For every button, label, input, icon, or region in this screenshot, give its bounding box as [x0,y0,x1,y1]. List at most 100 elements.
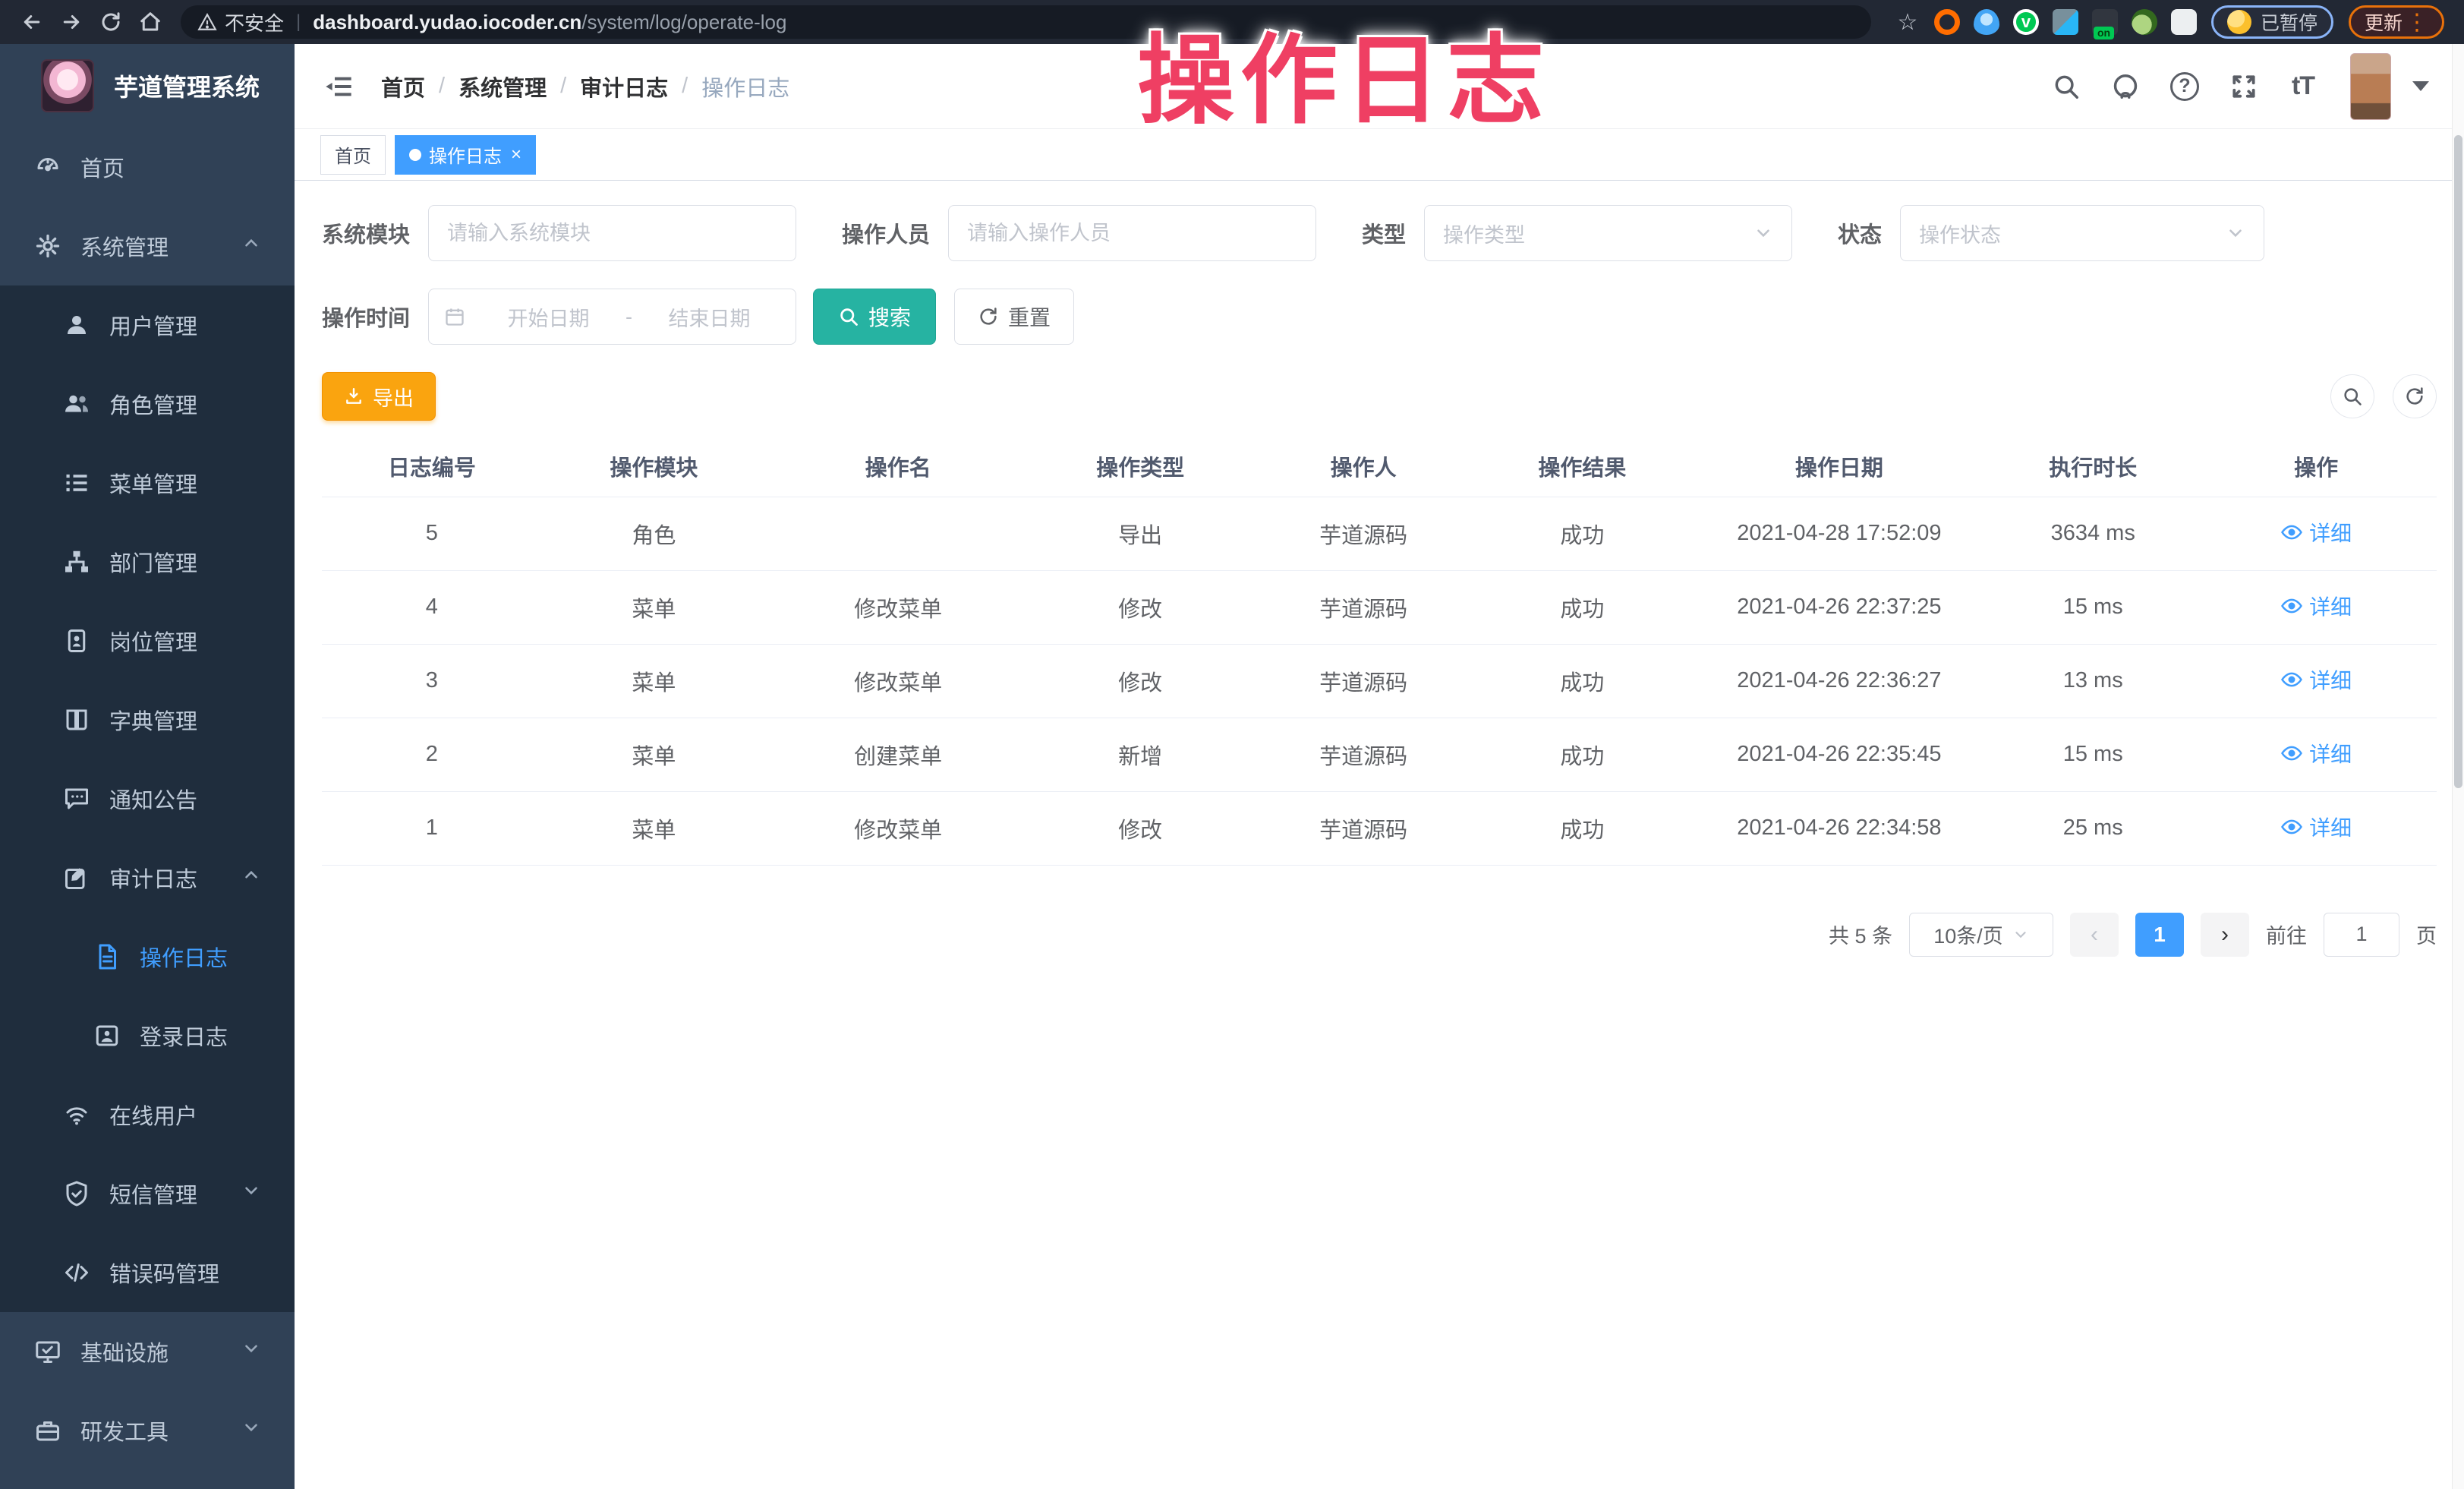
extension-icon-sprout[interactable] [2132,9,2157,35]
sidebar-item-error-codes[interactable]: 错误码管理 [0,1233,295,1312]
browser-reload-button[interactable] [94,5,128,39]
extension-icon-green[interactable]: v [2013,9,2039,35]
sidebar-item-label: 登录日志 [140,1020,228,1052]
tag-home[interactable]: 首页 [320,135,386,175]
sidebar-item-departments[interactable]: 部门管理 [0,522,295,601]
refresh-table-button[interactable] [2393,374,2437,418]
chevron-down-icon [241,1181,261,1207]
operator-input[interactable] [948,205,1316,261]
chevron-down-icon [241,1339,261,1364]
cell-operator: 芋道源码 [1250,497,1476,570]
sidebar-item-sms[interactable]: 短信管理 [0,1154,295,1233]
extension-icon-orange[interactable] [1934,9,1960,35]
col-type: 操作类型 [1030,436,1250,497]
module-input[interactable] [428,205,796,261]
sidebar-item-audit-log[interactable]: 审计日志 [0,838,295,917]
sidebar-item-posts[interactable]: 岗位管理 [0,601,295,680]
sidebar-item-infrastructure[interactable]: 基础设施 [0,1312,295,1391]
start-date-placeholder: 开始日期 [477,302,619,332]
warning-icon [197,12,217,32]
col-result: 操作结果 [1476,436,1688,497]
sidebar-item-menus[interactable]: 菜单管理 [0,443,295,522]
cell-result: 成功 [1476,644,1688,718]
detail-link[interactable]: 详细 [2280,591,2352,621]
search-icon[interactable] [2050,70,2083,103]
sidebar-item-system[interactable]: 系统管理 [0,207,295,285]
filter-time: 操作时间 开始日期 - 结束日期 [322,289,796,345]
shield-icon [61,1178,93,1210]
filter-row-2: 操作时间 开始日期 - 结束日期 搜索 重置 [322,289,2437,345]
close-icon[interactable]: × [511,146,521,164]
font-size-icon[interactable]: tT [2286,70,2320,103]
app-logo-avatar [41,59,94,112]
status-select[interactable]: 操作状态 [1900,205,2264,261]
sidebar-item-online-users[interactable]: 在线用户 [0,1075,295,1154]
filter-status: 状态 操作状态 [1838,205,2264,261]
show-search-button[interactable] [2330,374,2374,418]
browser-forward-button[interactable] [55,5,88,39]
sidebar-item-home[interactable]: 首页 [0,128,295,207]
page-size-select[interactable]: 10条/页 [1909,913,2053,957]
col-date: 操作日期 [1688,436,1990,497]
prev-page-button[interactable]: ‹ [2070,913,2119,957]
search-button[interactable]: 搜索 [813,289,936,345]
user-avatar[interactable] [2350,53,2391,120]
goto-page-input[interactable] [2324,913,2399,957]
extension-icon-grid[interactable] [2053,9,2078,35]
type-select[interactable]: 操作类型 [1424,205,1792,261]
browser-home-button[interactable] [134,5,167,39]
list-icon [61,467,93,499]
sidebar-item-notices[interactable]: 通知公告 [0,759,295,838]
export-button[interactable]: 导出 [322,372,436,421]
detail-link[interactable]: 详细 [2280,517,2352,547]
page-scrollbar[interactable] [2452,44,2464,1489]
sidebar-item-operate-log[interactable]: 操作日志 [0,917,295,996]
help-icon[interactable]: ? [2168,70,2201,103]
sidebar-collapse-button[interactable] [322,70,355,103]
sitemap-icon [61,546,93,578]
sidebar-item-dev-tools[interactable]: 研发工具 [0,1391,295,1470]
detail-link[interactable]: 详细 [2280,812,2352,842]
bookmark-star-icon[interactable]: ☆ [1891,5,1924,39]
page-number-button[interactable]: 1 [2135,913,2184,957]
next-page-button[interactable]: › [2201,913,2249,957]
github-icon[interactable] [2109,70,2142,103]
extension-icon-blue-drop[interactable] [1974,9,1999,35]
paused-extension-chip[interactable]: 已暂停 [2211,5,2333,39]
detail-link[interactable]: 详细 [2280,738,2352,768]
breadcrumb-audit-log[interactable]: 审计日志 [580,71,668,103]
sidebar-item-label: 研发工具 [80,1415,169,1446]
extension-icon-dark[interactable]: on [2092,9,2118,35]
sidebar-item-roles[interactable]: 角色管理 [0,364,295,443]
sidebar-item-login-log[interactable]: 登录日志 [0,996,295,1075]
scrollbar-thumb[interactable] [2454,135,2462,788]
dashboard-icon [32,151,64,183]
date-range-picker[interactable]: 开始日期 - 结束日期 [428,289,796,345]
tag-operate-log[interactable]: 操作日志 × [395,135,536,175]
cell-log-id: 4 [322,570,542,644]
fullscreen-icon[interactable] [2227,70,2261,103]
extensions-puzzle-icon[interactable] [2171,9,2197,35]
breadcrumb-home[interactable]: 首页 [381,71,425,103]
sidebar-item-label: 字典管理 [109,704,197,736]
breadcrumb-system[interactable]: 系统管理 [458,71,547,103]
browser-update-button[interactable]: 更新 ⋮ [2349,5,2444,39]
sidebar-item-label: 通知公告 [109,783,197,815]
filter-operator: 操作人员 [842,205,1316,261]
col-duration: 执行时长 [1990,436,2195,497]
browser-back-button[interactable] [15,5,49,39]
goto-label: 前往 [2266,920,2307,949]
sidebar-item-dictionary[interactable]: 字典管理 [0,680,295,759]
wifi-icon [61,1099,93,1131]
security-label[interactable]: 不安全 [225,8,284,36]
paused-label: 已暂停 [2261,8,2317,36]
sidebar-item-users[interactable]: 用户管理 [0,285,295,364]
caret-down-icon[interactable] [2412,81,2429,91]
address-bar[interactable]: 不安全 | dashboard.yudao.iocoder.cn/system/… [181,5,1871,39]
operate-log-table: 日志编号 操作模块 操作名 操作类型 操作人 操作结果 操作日期 执行时长 操作… [322,436,2437,866]
cell-log-id: 1 [322,791,542,865]
detail-link[interactable]: 详细 [2280,664,2352,695]
reset-button[interactable]: 重置 [954,289,1074,345]
browser-menu-icon[interactable]: ⋮ [2406,9,2428,36]
app-logo-row[interactable]: 芋道管理系统 [0,44,295,128]
